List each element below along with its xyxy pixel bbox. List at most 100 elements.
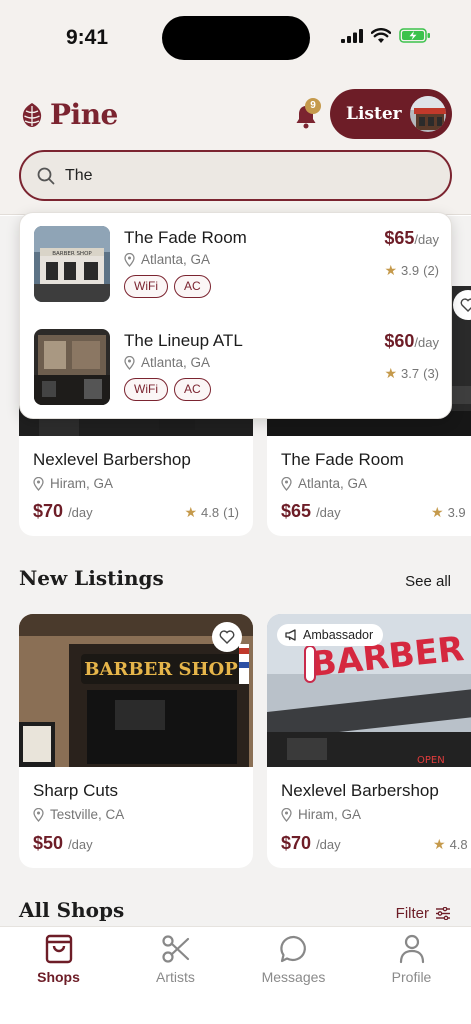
result-price-unit: /day (414, 232, 439, 247)
search-input[interactable] (65, 166, 425, 185)
card-rating-value: 4.8 (449, 837, 468, 852)
status-bar: 9:41 (0, 0, 471, 78)
tab-artists[interactable]: Artists (117, 933, 234, 985)
favorite-button[interactable] (212, 622, 242, 652)
result-location-text: Atlanta, GA (141, 355, 211, 370)
heart-icon (460, 298, 471, 312)
ambassador-label: Ambassador (303, 628, 374, 642)
result-rating-value: 3.7 (401, 366, 420, 381)
result-price-value: $65 (384, 228, 415, 248)
tab-shops[interactable]: Shops (0, 933, 117, 985)
card-price: $70 /day (33, 501, 93, 522)
card-price-unit: /day (68, 837, 93, 852)
ambassador-badge: Ambassador (277, 624, 384, 646)
card-shop-name: Nexlevel Barbershop (33, 450, 191, 469)
dynamic-island (162, 16, 310, 60)
search-results-dropdown: BARBER SHOP The Fade Room Atlanta, GA Wi… (19, 212, 452, 419)
result-rating: ★ 3.9 (2) (384, 262, 439, 279)
result-location: Atlanta, GA (124, 355, 210, 370)
result-review-count: (3) (423, 366, 439, 381)
card-location: Testville, CA (33, 807, 124, 822)
new-listings-title: New Listings (19, 566, 164, 590)
card-review-count: (1) (223, 505, 239, 520)
card-price: $50 /day (33, 833, 93, 854)
card-price-value: $70 (281, 833, 312, 853)
card-shop-name: Nexlevel Barbershop (281, 781, 439, 800)
card-price-value: $70 (33, 501, 64, 521)
location-pin-icon (124, 252, 135, 267)
filter-button[interactable]: Filter (396, 905, 451, 922)
tab-label: Messages (261, 969, 326, 985)
result-price-value: $60 (384, 331, 415, 351)
tab-messages[interactable]: Messages (235, 933, 352, 985)
sliders-icon (436, 907, 450, 920)
heart-icon (219, 630, 235, 644)
star-icon: ★ (384, 365, 398, 381)
wifi-icon (371, 28, 391, 43)
result-review-count: (2) (423, 263, 439, 278)
tab-label: Profile (391, 969, 432, 985)
pinecone-icon (22, 102, 42, 127)
card-location: Atlanta, GA (281, 476, 404, 491)
card-location-text: Testville, CA (50, 807, 125, 822)
scissors-icon (161, 935, 189, 963)
search-result-item[interactable]: The Lineup ATL Atlanta, GA WiFi AC $60/d… (34, 329, 439, 407)
see-all-link[interactable]: See all (405, 573, 451, 590)
card-location: Hiram, GA (33, 476, 191, 491)
card-shop-name: Sharp Cuts (33, 781, 119, 800)
result-rating: ★ 3.7 (3) (384, 365, 439, 382)
location-pin-icon (33, 807, 44, 822)
lister-button[interactable]: Lister (330, 89, 452, 139)
amenity-tag-wifi: WiFi (124, 275, 168, 298)
location-pin-icon (281, 476, 292, 491)
card-rating-value: 3.9 (447, 505, 466, 520)
pine-logo[interactable]: Pine (20, 98, 118, 131)
card-price-unit: /day (68, 505, 93, 520)
tab-label: Artists (156, 969, 195, 985)
card-location: Hiram, GA (281, 807, 439, 822)
lister-avatar (408, 94, 448, 134)
card-price-unit: /day (316, 837, 341, 852)
result-shop-name: The Lineup ATL (124, 331, 243, 350)
card-price-value: $65 (281, 501, 312, 521)
amenity-tag-ac: AC (174, 378, 211, 401)
tab-profile[interactable]: Profile (353, 933, 470, 985)
star-icon: ★ (433, 836, 446, 852)
search-result-item[interactable]: BARBER SHOP The Fade Room Atlanta, GA Wi… (34, 226, 439, 304)
location-pin-icon (281, 807, 292, 822)
status-time: 9:41 (66, 26, 109, 49)
result-price: $60/day (384, 331, 439, 352)
shopping-bag-icon (45, 934, 72, 964)
search-icon (37, 167, 55, 184)
result-thumbnail: BARBER SHOP (34, 226, 110, 302)
card-location-text: Hiram, GA (298, 807, 362, 822)
amenity-tag-wifi: WiFi (124, 378, 168, 401)
star-icon: ★ (184, 504, 198, 520)
result-price-unit: /day (414, 335, 439, 350)
listing-card-nexlevel[interactable]: BARBER OPEN Ambassador Nexlevel Barbersh… (267, 614, 471, 868)
megaphone-icon (285, 629, 296, 641)
amenity-tag-ac: AC (174, 275, 211, 298)
chat-bubble-icon (279, 935, 306, 963)
tab-label: Shops (37, 969, 80, 985)
result-location-text: Atlanta, GA (141, 252, 211, 267)
amenity-tags: WiFi AC (124, 275, 211, 298)
star-icon: ★ (431, 504, 444, 520)
lister-label: Lister (346, 104, 402, 124)
all-shops-title: All Shops (19, 898, 125, 922)
card-shop-name: The Fade Room (281, 450, 404, 469)
card-location-text: Hiram, GA (50, 476, 114, 491)
card-rating-value: 4.8 (201, 505, 220, 520)
result-thumbnail (34, 329, 110, 405)
status-icons (341, 28, 431, 43)
open-sign-text: OPEN (417, 755, 445, 766)
person-icon (399, 934, 424, 964)
listing-card-sharp-cuts[interactable]: BARBER SHOP Sharp Cuts Testville, CA $50… (19, 614, 253, 868)
amenity-tags: WiFi AC (124, 378, 211, 401)
card-location-text: Atlanta, GA (298, 476, 368, 491)
bottom-tab-bar: Shops Artists Messages Profile (0, 926, 471, 1024)
filter-label: Filter (395, 905, 429, 922)
search-bar[interactable] (19, 150, 452, 201)
notification-badge: 9 (305, 98, 321, 114)
card-rating: ★ 4.8 (433, 836, 468, 853)
